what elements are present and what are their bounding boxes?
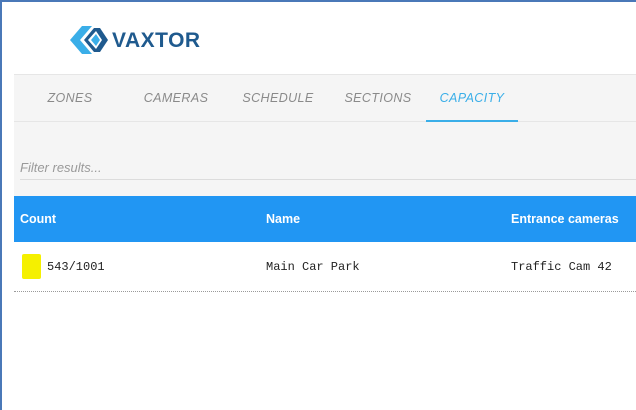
capacity-table: Count Name Entrance cameras 543/1001 Mai… <box>14 196 636 292</box>
tab-capacity[interactable]: CAPACITY <box>426 75 518 122</box>
table-header: Count Name Entrance cameras <box>14 196 636 242</box>
column-header-entrance-cameras[interactable]: Entrance cameras <box>511 196 619 242</box>
tab-label: ZONES <box>47 91 93 105</box>
filter-area <box>14 122 636 196</box>
empty-table-area <box>14 293 636 410</box>
cell-count: 543/1001 <box>47 260 105 274</box>
brand-logo[interactable]: VAXTOR <box>70 24 201 56</box>
tab-schedule[interactable]: SCHEDULE <box>226 75 330 121</box>
tab-sections[interactable]: SECTIONS <box>330 75 426 121</box>
status-color-indicator <box>22 254 41 279</box>
tab-label: CAPACITY <box>439 91 505 105</box>
brand-name: VAXTOR <box>112 28 201 52</box>
tab-cameras[interactable]: CAMERAS <box>126 75 226 121</box>
tab-label: SCHEDULE <box>242 91 314 105</box>
app-header: VAXTOR <box>14 2 636 74</box>
filter-input[interactable] <box>20 156 636 180</box>
app-window: VAXTOR ZONES CAMERAS SCHEDULE SECTIONS C… <box>0 0 636 410</box>
tab-label: SECTIONS <box>344 91 412 105</box>
cell-entrance-cameras: Traffic Cam 42 <box>511 260 612 274</box>
column-header-count[interactable]: Count <box>20 196 56 242</box>
cell-name: Main Car Park <box>266 260 360 274</box>
vaxtor-diamond-logo-icon <box>70 26 108 54</box>
tab-label: CAMERAS <box>143 91 209 105</box>
table-row[interactable]: 543/1001 Main Car Park Traffic Cam 42 <box>14 242 636 292</box>
tab-bar: ZONES CAMERAS SCHEDULE SECTIONS CAPACITY <box>14 74 636 122</box>
column-header-name[interactable]: Name <box>266 196 300 242</box>
tab-zones[interactable]: ZONES <box>14 75 126 121</box>
